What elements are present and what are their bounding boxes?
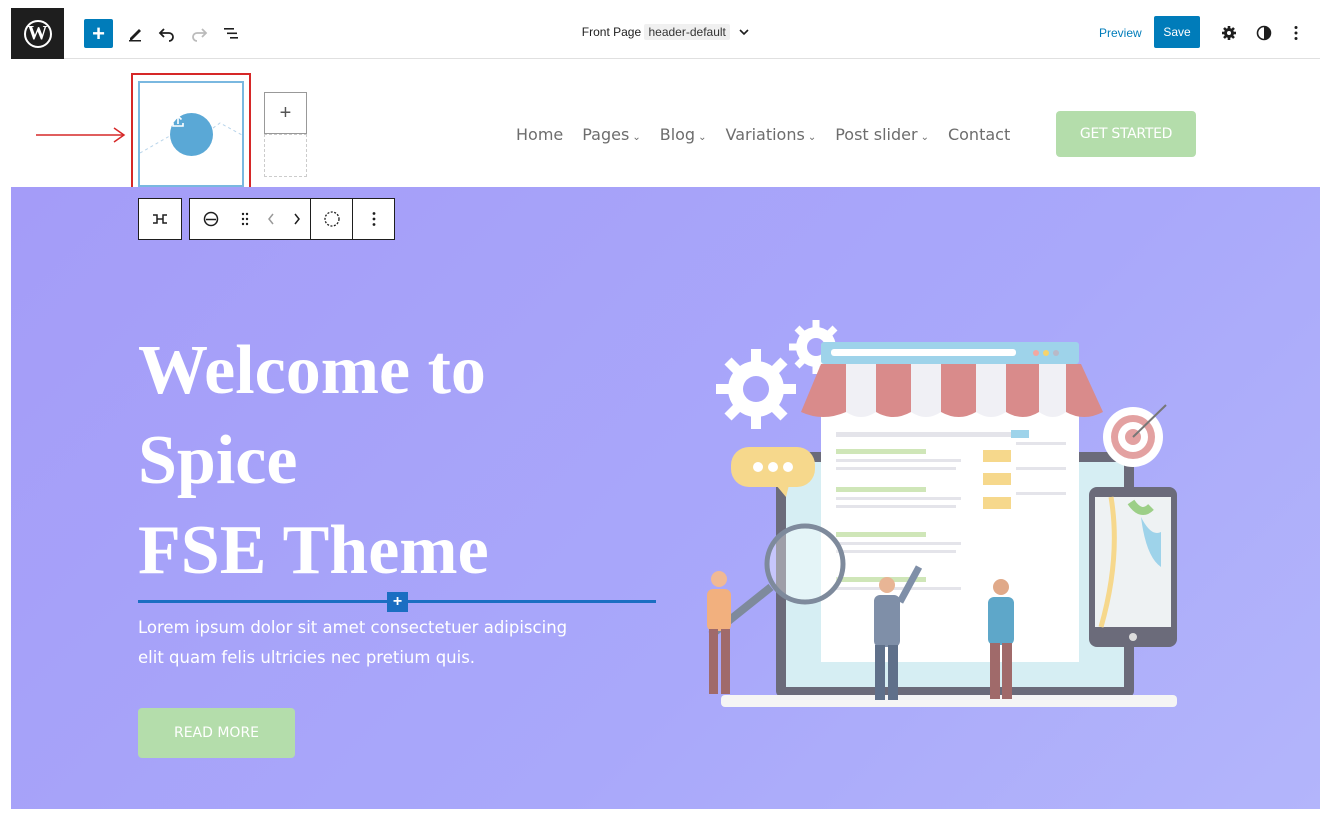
nav-label: Pages	[582, 125, 630, 144]
nav-label: Post slider	[835, 125, 918, 144]
empty-block-placeholder	[264, 134, 307, 177]
chevron-down-icon: ⌄	[632, 132, 641, 143]
preview-button[interactable]: Preview	[1099, 26, 1142, 40]
chevron-down-icon: ⌄	[807, 132, 817, 143]
primary-navigation: Home Pages ⌄ Blog ⌄ Variations ⌄ Post slide…	[516, 125, 1029, 144]
hero-section: Welcome to Spice FSE Theme + Lorem ipsum…	[11, 187, 1320, 809]
site-logo-placeholder[interactable]	[138, 81, 244, 187]
hero-heading-line: Spice	[138, 422, 298, 499]
editor-toolbar: W + Front Page header-default Preview Sa…	[11, 8, 1320, 59]
hero-heading: Welcome to Spice FSE Theme	[138, 326, 698, 596]
online-store-illustration	[707, 320, 1177, 707]
drag-handle-icon[interactable]	[232, 199, 258, 239]
styles-icon[interactable]	[1249, 18, 1279, 48]
read-more-button[interactable]: READ MORE	[138, 708, 295, 758]
hero-paragraph-line: elit quam felis ultricies nec pretium qu…	[138, 648, 476, 667]
nav-label: Contact	[947, 125, 1011, 144]
upload-icon[interactable]	[170, 113, 213, 156]
block-toolbar	[138, 198, 395, 240]
nav-item-contact[interactable]: Contact	[948, 125, 1010, 144]
hero-paragraph-line: Lorem ipsum dolor sit amet consectetuer …	[138, 618, 568, 637]
hero-paragraph: Lorem ipsum dolor sit amet consectetuer …	[138, 613, 658, 673]
more-options-icon[interactable]	[352, 199, 394, 239]
hero-heading-line: FSE Theme	[138, 512, 489, 589]
hero-heading-line: Welcome to	[138, 332, 486, 409]
nav-item-home[interactable]: Home	[516, 125, 563, 144]
nav-label: Variations	[725, 125, 805, 144]
nav-label: Home	[516, 125, 564, 144]
chevron-down-icon: ⌄	[698, 132, 707, 143]
settings-gear-icon[interactable]	[1214, 18, 1244, 48]
move-right-icon[interactable]	[284, 199, 310, 239]
circle-crop-icon[interactable]	[310, 199, 352, 239]
move-left-icon[interactable]	[258, 199, 284, 239]
block-toolbar-group-main	[189, 198, 395, 240]
red-arrow-annotation	[36, 127, 126, 143]
more-vertical-icon[interactable]	[1281, 18, 1311, 48]
nav-item-pages[interactable]: Pages ⌄	[582, 125, 640, 144]
site-header: + Home Pages ⌄ Blog ⌄ Variations ⌄ Post sli…	[11, 59, 1320, 193]
get-started-button[interactable]: GET STARTED	[1056, 111, 1196, 157]
add-block-inline-button[interactable]: +	[264, 92, 307, 134]
save-button[interactable]: Save	[1154, 16, 1200, 48]
template-badge: header-default	[644, 24, 730, 40]
chevron-down-icon[interactable]	[739, 25, 749, 39]
nav-item-blog[interactable]: Blog ⌄	[660, 125, 707, 144]
nav-label: Blog	[659, 125, 696, 144]
transform-icon[interactable]	[139, 199, 181, 239]
block-toolbar-group-transform	[138, 198, 182, 240]
nav-item-post-slider[interactable]: Post slider ⌄	[835, 125, 929, 144]
chevron-down-icon: ⌄	[920, 132, 929, 143]
nav-item-variations[interactable]: Variations ⌄	[725, 125, 816, 144]
insert-block-button[interactable]: +	[387, 592, 408, 612]
site-logo-icon[interactable]	[190, 199, 232, 239]
document-title-text: Front Page	[581, 25, 642, 39]
